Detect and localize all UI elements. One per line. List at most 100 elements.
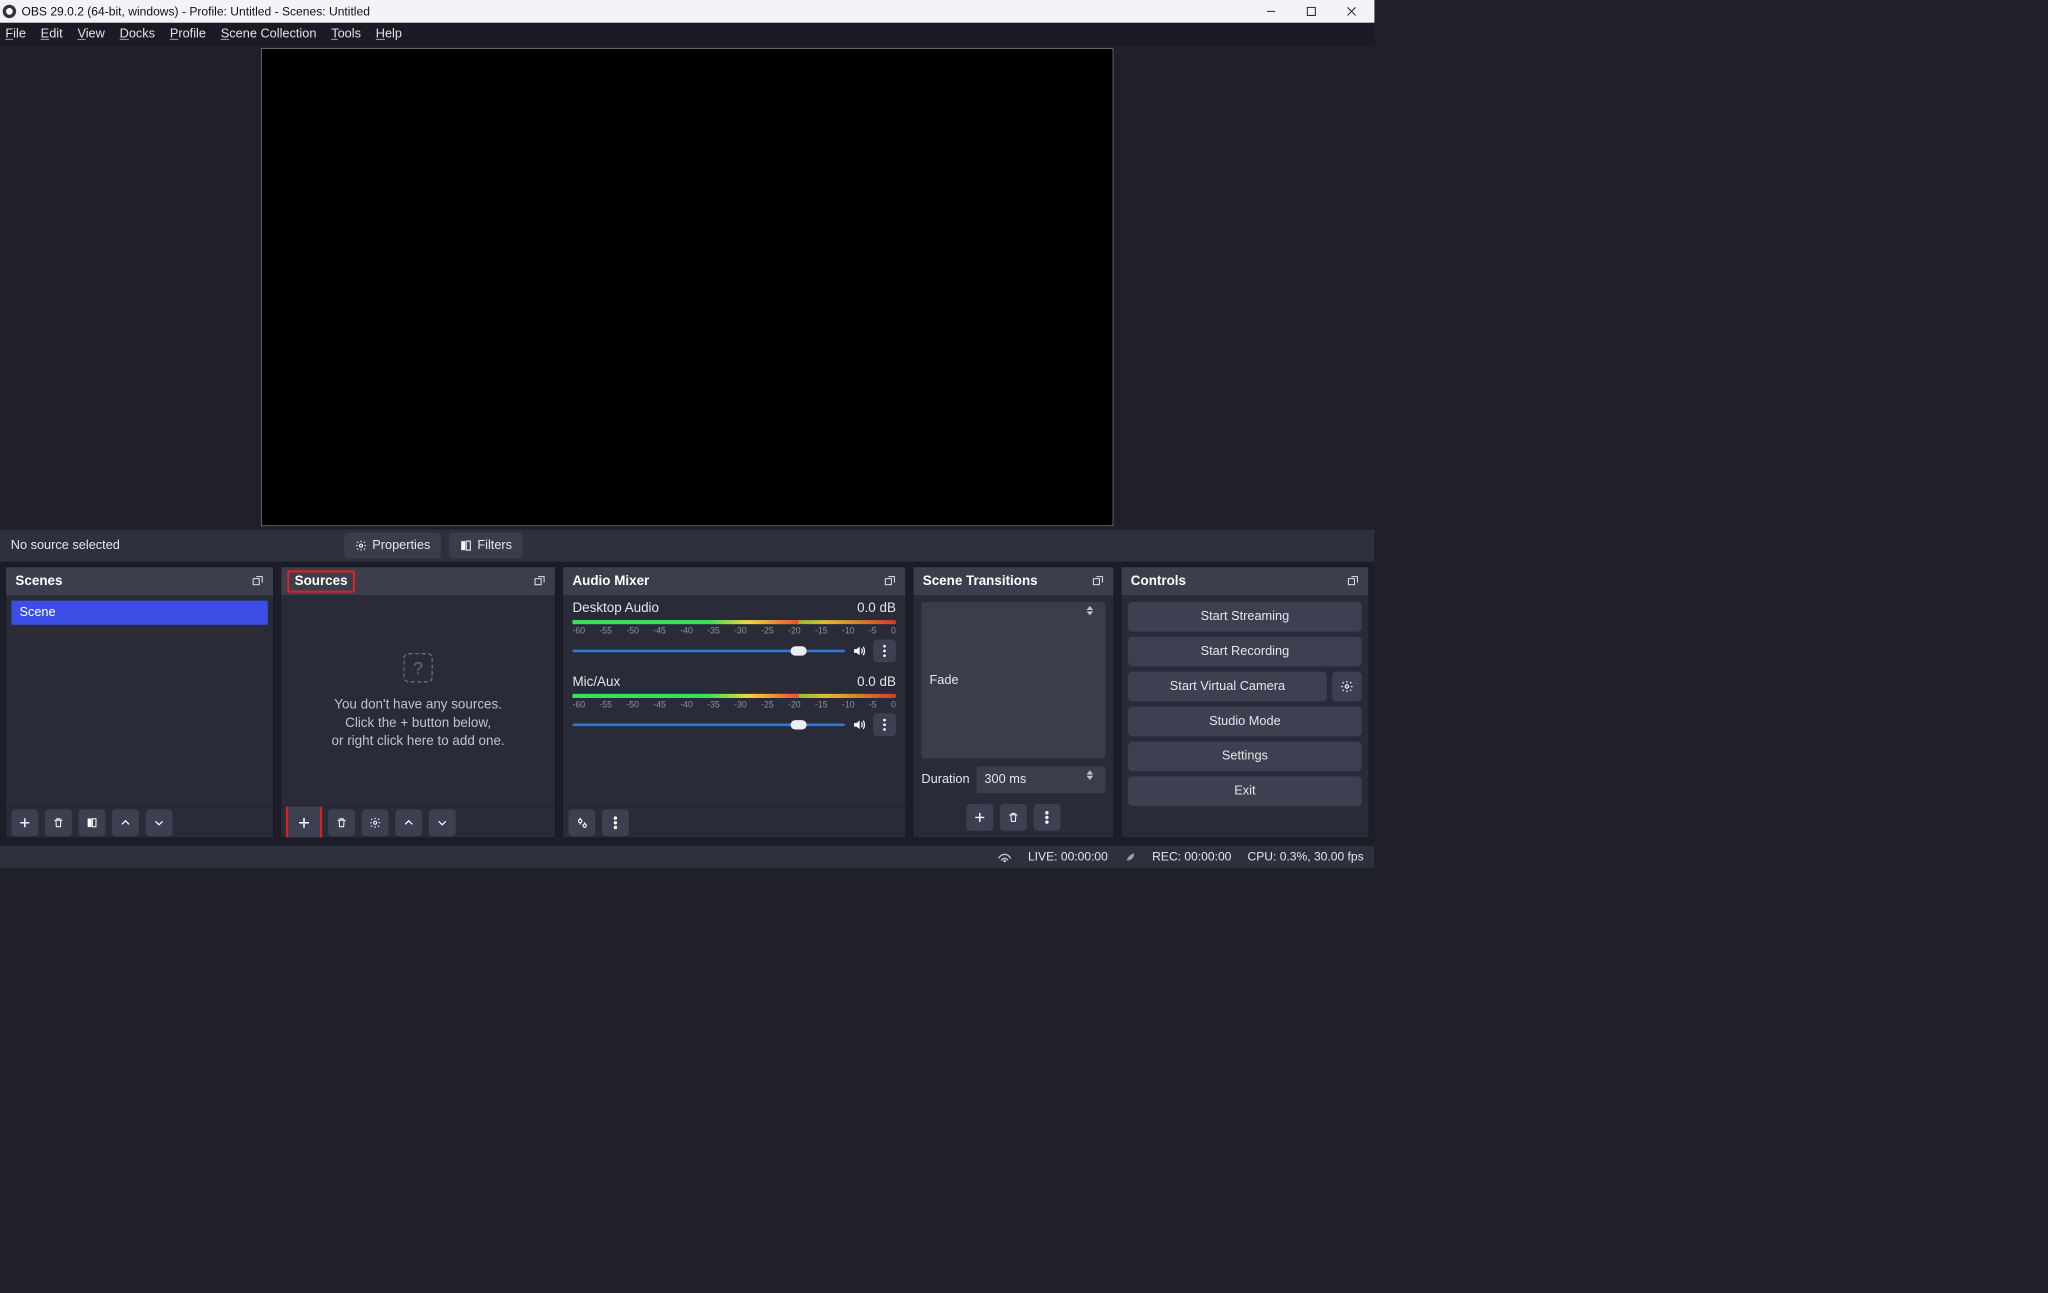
popout-icon[interactable] xyxy=(884,575,896,587)
channel-level: 0.0 dB xyxy=(857,601,896,616)
transitions-body: Fade Duration 300 ms xyxy=(913,595,1113,837)
properties-button[interactable]: Properties xyxy=(344,533,441,559)
channel-menu-button[interactable] xyxy=(873,713,896,736)
scenes-header[interactable]: Scenes xyxy=(6,567,273,595)
source-info-bar: No source selected Properties Filters xyxy=(0,529,1374,563)
mixer-title: Audio Mixer xyxy=(572,573,649,588)
transition-select[interactable]: Fade xyxy=(921,602,1105,758)
channel-level: 0.0 dB xyxy=(857,674,896,689)
filters-label: Filters xyxy=(477,538,512,553)
settings-button[interactable]: Settings xyxy=(1128,742,1362,772)
exit-button[interactable]: Exit xyxy=(1128,776,1362,806)
start-streaming-button[interactable]: Start Streaming xyxy=(1128,602,1362,632)
filters-button[interactable]: Filters xyxy=(449,533,523,559)
vcam-settings-button[interactable] xyxy=(1332,672,1362,702)
filters-icon xyxy=(460,540,472,552)
title-bar: OBS 29.0.2 (64-bit, windows) - Profile: … xyxy=(0,0,1374,23)
transitions-title: Scene Transitions xyxy=(923,573,1038,588)
source-status-label: No source selected xyxy=(11,538,120,553)
scenes-dock: Scenes Scene xyxy=(5,566,273,838)
minimize-button[interactable] xyxy=(1251,0,1291,23)
audio-meter xyxy=(572,620,895,624)
mixer-body: Desktop Audio 0.0 dB -60-55-50-45-40-35-… xyxy=(563,595,905,806)
scenes-list[interactable]: Scene xyxy=(6,595,273,806)
speaker-icon[interactable] xyxy=(852,717,867,732)
channel-menu-button[interactable] xyxy=(873,640,896,663)
start-vcam-button[interactable]: Start Virtual Camera xyxy=(1128,672,1327,702)
duration-input[interactable]: 300 ms xyxy=(976,766,1105,793)
volume-slider[interactable] xyxy=(572,650,844,653)
menu-help[interactable]: Help xyxy=(376,27,402,42)
transitions-header[interactable]: Scene Transitions xyxy=(913,567,1113,595)
sources-toolbar xyxy=(281,807,555,838)
meter-ticks: -60-55-50-45-40-35-30-25-20-15-10-50 xyxy=(572,625,895,635)
app-icon xyxy=(3,5,16,18)
preview-canvas[interactable] xyxy=(261,48,1113,526)
menu-profile[interactable]: Profile xyxy=(170,27,206,42)
remove-transition-button[interactable] xyxy=(1000,804,1027,831)
duration-label: Duration xyxy=(921,772,969,787)
mixer-channel-desktop: Desktop Audio 0.0 dB -60-55-50-45-40-35-… xyxy=(563,595,905,669)
sources-list[interactable]: ? You don't have any sources. Click the … xyxy=(281,595,555,806)
move-scene-up-button[interactable] xyxy=(112,809,139,836)
network-icon xyxy=(997,851,1012,862)
scenes-title: Scenes xyxy=(15,573,62,588)
popout-icon[interactable] xyxy=(252,575,264,587)
remove-scene-button[interactable] xyxy=(45,809,72,836)
studio-mode-button[interactable]: Studio Mode xyxy=(1128,707,1362,737)
move-source-up-button[interactable] xyxy=(395,809,422,836)
status-rec: REC: 00:00:00 xyxy=(1152,850,1231,864)
mixer-header[interactable]: Audio Mixer xyxy=(563,567,905,595)
transitions-dock: Scene Transitions Fade Duration 300 ms xyxy=(913,566,1114,838)
sources-empty-line1: You don't have any sources. xyxy=(334,697,502,712)
duration-value: 300 ms xyxy=(984,772,1026,787)
scene-item[interactable]: Scene xyxy=(11,601,267,625)
move-source-down-button[interactable] xyxy=(429,809,456,836)
move-scene-down-button[interactable] xyxy=(146,809,173,836)
close-button[interactable] xyxy=(1331,0,1371,23)
status-live: LIVE: 00:00:00 xyxy=(1028,850,1108,864)
transition-menu-button[interactable] xyxy=(1033,804,1060,831)
controls-title: Controls xyxy=(1131,573,1186,588)
question-placeholder-icon: ? xyxy=(403,653,433,683)
menu-file[interactable]: File xyxy=(5,27,26,42)
maximize-button[interactable] xyxy=(1291,0,1331,23)
start-recording-button[interactable]: Start Recording xyxy=(1128,637,1362,667)
controls-dock: Controls Start Streaming Start Recording… xyxy=(1121,566,1369,838)
menu-view[interactable]: View xyxy=(77,27,104,42)
popout-icon[interactable] xyxy=(1092,575,1104,587)
audio-mixer-dock: Audio Mixer Desktop Audio 0.0 dB -60-55-… xyxy=(562,566,906,838)
volume-slider[interactable] xyxy=(572,723,844,726)
scene-filter-button[interactable] xyxy=(79,809,106,836)
leaf-icon xyxy=(1124,851,1136,863)
docks-row: Scenes Scene Sources ? You don't have an… xyxy=(0,562,1374,845)
menu-docks[interactable]: Docks xyxy=(120,27,155,42)
scenes-toolbar xyxy=(6,807,273,838)
controls-body: Start Streaming Start Recording Start Vi… xyxy=(1121,595,1368,837)
controls-header[interactable]: Controls xyxy=(1121,567,1368,595)
status-bar: LIVE: 00:00:00 REC: 00:00:00 CPU: 0.3%, … xyxy=(0,845,1374,868)
gear-icon xyxy=(355,540,367,552)
menu-edit[interactable]: Edit xyxy=(41,27,63,42)
properties-label: Properties xyxy=(372,538,430,553)
popout-icon[interactable] xyxy=(534,575,546,587)
add-transition-button[interactable] xyxy=(966,804,993,831)
sources-empty-state: ? You don't have any sources. Click the … xyxy=(281,595,555,806)
audio-meter xyxy=(572,694,895,698)
sources-dock: Sources ? You don't have any sources. Cl… xyxy=(281,566,556,838)
add-scene-button[interactable] xyxy=(11,809,38,836)
add-source-button[interactable] xyxy=(287,805,322,838)
channel-name: Mic/Aux xyxy=(572,674,620,689)
mixer-menu-button[interactable] xyxy=(602,809,629,836)
source-properties-button[interactable] xyxy=(362,809,389,836)
sources-header[interactable]: Sources xyxy=(281,567,555,595)
remove-source-button[interactable] xyxy=(328,809,355,836)
sources-empty-line2: Click the + button below, xyxy=(345,715,491,730)
menu-scene-collection[interactable]: Scene Collection xyxy=(221,27,317,42)
popout-icon[interactable] xyxy=(1347,575,1359,587)
mixer-settings-button[interactable] xyxy=(568,809,595,836)
window-title: OBS 29.0.2 (64-bit, windows) - Profile: … xyxy=(21,4,369,18)
speaker-icon[interactable] xyxy=(852,644,867,659)
menu-tools[interactable]: Tools xyxy=(331,27,361,42)
channel-name: Desktop Audio xyxy=(572,601,659,616)
